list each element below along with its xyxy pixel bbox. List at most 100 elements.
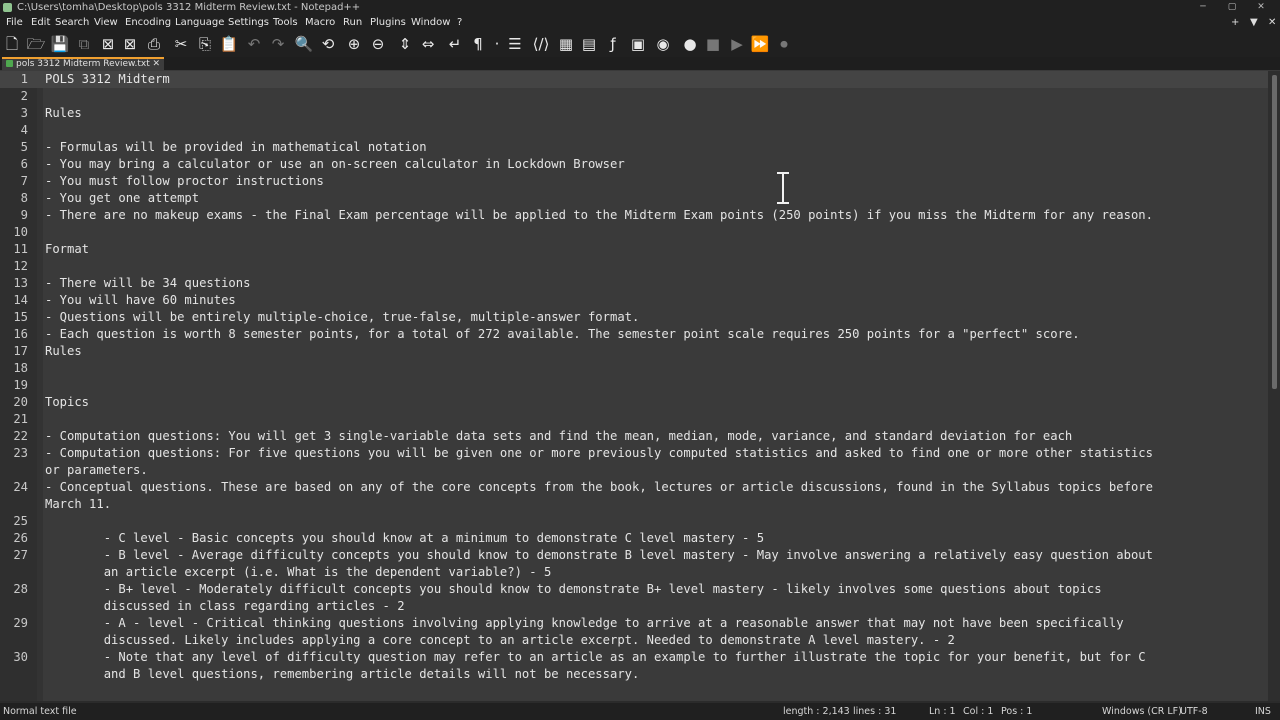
editor-line[interactable]	[0, 683, 1268, 700]
menu-file[interactable]: File	[6, 15, 23, 31]
editor-line[interactable]: 14 - You will have 60 minutes	[0, 292, 1268, 309]
close-all-icon[interactable]: ⊠	[119, 33, 141, 55]
text-editor[interactable]: 1 POLS 3312 Midterm 2 3 Rules 4 5- Formulas wi…	[0, 71, 1280, 701]
xml-tag-icon[interactable]: ⟨/⟩	[530, 33, 552, 55]
editor-line[interactable]: 5 - Formulas will be provided in mathemat…	[0, 139, 1268, 156]
menu-macro[interactable]: Macro	[305, 15, 335, 31]
editor-line[interactable]: 16 - Each question is worth 8 semester po…	[0, 326, 1268, 343]
play-macro-icon[interactable]: ▶	[726, 33, 748, 55]
close-document-icon[interactable]: ✕	[1268, 15, 1276, 31]
indent-icon[interactable]: ☰	[504, 33, 526, 55]
editor-line[interactable]: 11 Format	[0, 241, 1268, 258]
editor-line[interactable]: 6 - You may bring a calculator or use an …	[0, 156, 1268, 173]
editor-line[interactable]: 23 - Computation questions: For five ques…	[0, 445, 1268, 462]
word-wrap-icon[interactable]: ↵	[444, 33, 466, 55]
editor-line[interactable]: 22 - Computation questions: You will get …	[0, 428, 1268, 445]
editor-line[interactable]: 29 - A - level - Critical thinking quest…	[0, 615, 1268, 632]
editor-line[interactable]: 28 - B+ level - Moderately difficult con…	[0, 581, 1268, 598]
paste-icon[interactable]: 📋	[218, 33, 240, 55]
monitoring-icon[interactable]: ◉	[652, 33, 674, 55]
editor-line[interactable]: and B level questions, remembering artic…	[0, 666, 1268, 683]
editor-line[interactable]: 31	[0, 700, 1268, 701]
menu-settings[interactable]: Settings	[228, 15, 269, 31]
undo-icon[interactable]: ↶	[243, 33, 265, 55]
function-list-icon[interactable]: ƒ	[602, 33, 624, 55]
editor-line[interactable]: 1 POLS 3312 Midterm	[0, 71, 1268, 88]
new-tab-plus-icon[interactable]: +	[1231, 15, 1239, 31]
menu-plugins[interactable]: Plugins	[370, 15, 406, 31]
folder-workspace-icon[interactable]: ▣	[627, 33, 649, 55]
editor-line[interactable]: 13 - There will be 34 questions	[0, 275, 1268, 292]
save-all-icon[interactable]: ⧉	[73, 33, 95, 55]
tab-close-icon[interactable]: ✕	[152, 59, 160, 70]
zoom-in-icon[interactable]: ⊕	[343, 33, 365, 55]
line-text: - Note that any level of difficulty ques…	[45, 650, 1146, 664]
editor-line[interactable]: 10	[0, 224, 1268, 241]
cut-icon[interactable]: ✂	[170, 33, 192, 55]
editor-line[interactable]: 9 - There are no makeup exams - the Final…	[0, 207, 1268, 224]
document-list-icon[interactable]: ▤	[578, 33, 600, 55]
line-text: Rules	[45, 344, 82, 358]
find-icon[interactable]: 🔍	[293, 33, 315, 55]
sync-vertical-icon[interactable]: ⇕	[394, 33, 416, 55]
menu-encoding[interactable]: Encoding	[125, 15, 171, 31]
editor-line[interactable]: 27 - B level - Average difficulty concep…	[0, 547, 1268, 564]
editor-line[interactable]: 2	[0, 88, 1268, 105]
zoom-out-icon[interactable]: ⊖	[367, 33, 389, 55]
menu-run[interactable]: Run	[343, 15, 362, 31]
notepad-app-icon	[3, 3, 12, 12]
menu-search[interactable]: Search	[55, 15, 89, 31]
editor-line[interactable]: 4	[0, 122, 1268, 139]
editor-line[interactable]: discussed. Likely includes applying a co…	[0, 632, 1268, 649]
editor-line[interactable]: 3 Rules	[0, 105, 1268, 122]
menu-edit[interactable]: Edit	[31, 15, 50, 31]
map-icon[interactable]: ▦	[555, 33, 577, 55]
editor-line[interactable]: 17 Rules	[0, 343, 1268, 360]
line-number: 3	[20, 106, 28, 120]
editor-line[interactable]: 7 - You must follow proctor instructions	[0, 173, 1268, 190]
menu-tools[interactable]: Tools	[273, 15, 298, 31]
editor-line[interactable]: 30 - Note that any level of difficulty q…	[0, 649, 1268, 666]
eol-status[interactable]: Windows (CR LF)	[1102, 703, 1182, 720]
encoding-status[interactable]: UTF-8	[1180, 703, 1208, 720]
insert-mode-status[interactable]: INS	[1255, 703, 1271, 720]
new-file-icon[interactable]: 🗋	[1, 33, 23, 55]
editor-line[interactable]: 15 - Questions will be entirely multiple-…	[0, 309, 1268, 326]
sync-horizontal-icon[interactable]: ⇔	[417, 33, 439, 55]
print-icon[interactable]: ⎙	[143, 33, 165, 55]
editor-line[interactable]: or parameters.	[0, 462, 1268, 479]
maximize-button[interactable]: ▢	[1221, 0, 1243, 15]
editor-line[interactable]: 20 Topics	[0, 394, 1268, 411]
run-macro-multiple-icon[interactable]: ⏩	[749, 33, 771, 55]
editor-line[interactable]: March 11.	[0, 496, 1268, 513]
editor-line[interactable]: 25	[0, 513, 1268, 530]
editor-line[interactable]: 24 - Conceptual questions. These are base…	[0, 479, 1268, 496]
stop-record-icon[interactable]: ■	[702, 33, 724, 55]
close-icon[interactable]: ⊠	[97, 33, 119, 55]
save-icon[interactable]: 💾	[49, 33, 71, 55]
menu-help[interactable]: ?	[457, 15, 462, 31]
minimize-button[interactable]: ─	[1192, 0, 1214, 15]
editor-line[interactable]: 19	[0, 377, 1268, 394]
menu-view[interactable]: View	[94, 15, 118, 31]
window-close-button[interactable]: ✕	[1250, 0, 1272, 15]
open-file-icon[interactable]: 🗁	[25, 33, 47, 55]
editor-line[interactable]: discussed in class regarding articles - …	[0, 598, 1268, 615]
scrollbar-thumb[interactable]	[1272, 75, 1277, 389]
editor-line[interactable]: 21	[0, 411, 1268, 428]
replace-icon[interactable]: ⟲	[317, 33, 339, 55]
menu-window[interactable]: Window	[411, 15, 450, 31]
vertical-scrollbar[interactable]	[1268, 71, 1280, 701]
editor-line[interactable]: 18	[0, 360, 1268, 377]
tab-document[interactable]: pols 3312 Midterm Review.txt ✕	[2, 57, 164, 71]
save-macro-icon[interactable]: ⏺	[773, 33, 795, 55]
redo-icon[interactable]: ↷	[267, 33, 289, 55]
editor-line[interactable]: 26 - C level - Basic concepts you should…	[0, 530, 1268, 547]
record-macro-icon[interactable]: ●	[679, 33, 701, 55]
editor-line[interactable]: 8 - You get one attempt	[0, 190, 1268, 207]
copy-icon[interactable]: ⎘	[194, 33, 216, 55]
menu-language[interactable]: Language	[175, 15, 224, 31]
tab-list-down-icon[interactable]: ▼	[1250, 15, 1258, 31]
editor-line[interactable]: an article excerpt (i.e. What is the dep…	[0, 564, 1268, 581]
editor-line[interactable]: 12	[0, 258, 1268, 275]
